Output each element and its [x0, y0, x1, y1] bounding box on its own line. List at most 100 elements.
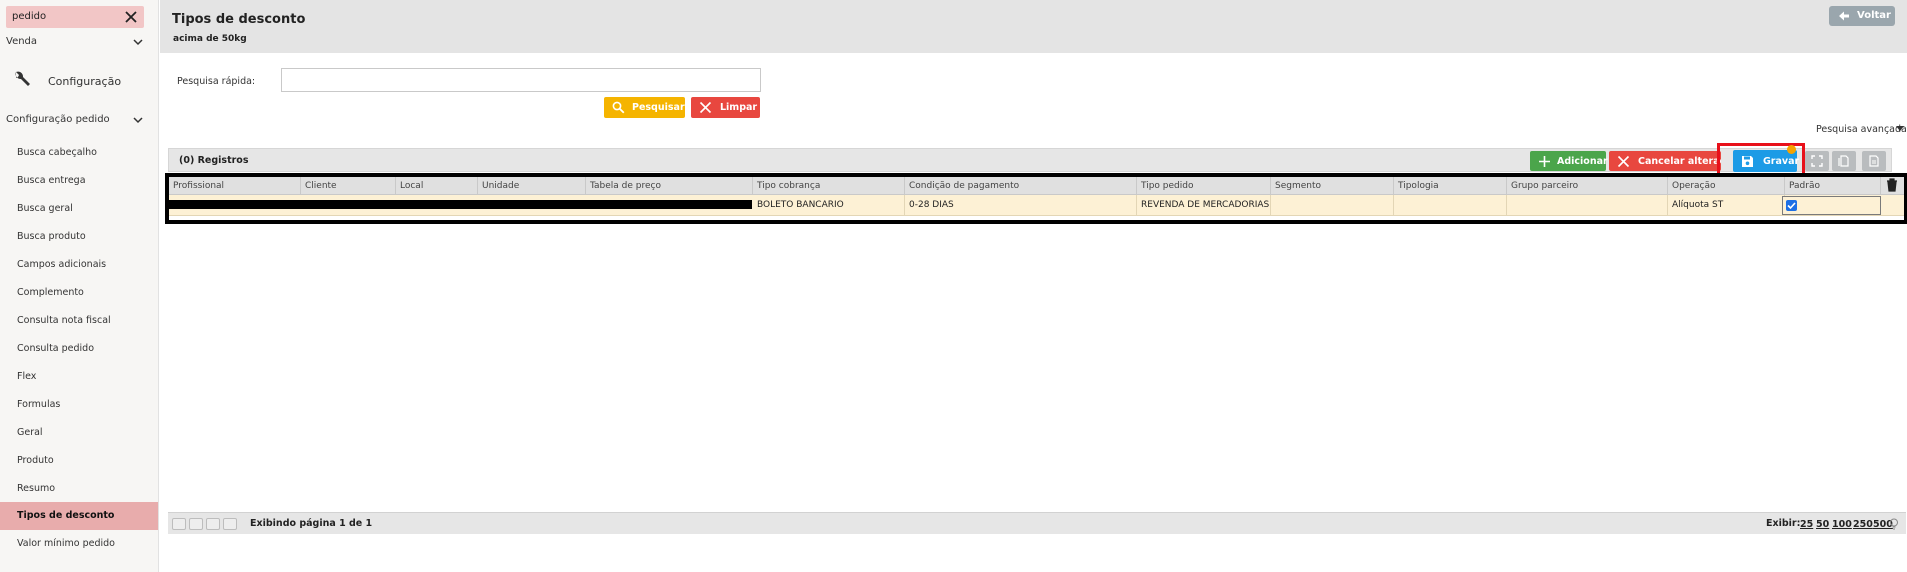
check-icon [1787, 202, 1796, 210]
close-icon[interactable] [121, 7, 141, 27]
column-header-operacao[interactable]: Operação [1668, 177, 1785, 194]
cell-tipo-pedido[interactable]: REVENDA DE MERCADORIAS [1137, 195, 1271, 215]
sidebar-item-formulas[interactable]: Formulas [0, 391, 158, 419]
cell-value: BOLETO BANCARIO [757, 200, 844, 210]
grid-header: Profissional Cliente Local Unidade Tabel… [169, 177, 1904, 195]
column-header-label: Operação [1672, 181, 1716, 191]
copy-button[interactable] [1832, 151, 1856, 171]
column-header-local[interactable]: Local [396, 177, 478, 194]
cell-tipo-cobranca[interactable]: BOLETO BANCARIO [753, 195, 905, 215]
quick-search-label: Pesquisa rápida: [177, 76, 256, 87]
column-header-profissional[interactable]: Profissional [169, 177, 301, 194]
sidebar-item-campos-adicionais[interactable]: Campos adicionais [0, 251, 158, 279]
cell-value: 0-28 DIAS [909, 200, 954, 210]
column-header-label: Padrão [1789, 181, 1820, 191]
clear-button[interactable]: Limpar [691, 97, 760, 118]
page-size-50[interactable]: 50 [1816, 519, 1829, 530]
cancel-changes-button-label: Cancelar alteração [1638, 156, 1721, 167]
cell-condicao-pagamento[interactable]: 0-28 DIAS [905, 195, 1137, 215]
expand-button[interactable] [1805, 151, 1829, 171]
column-header-label: Tipo cobrança [757, 181, 821, 191]
page-size-label: Exibir: [1766, 518, 1801, 529]
first-page-button[interactable] [172, 518, 186, 530]
column-header-tipo-pedido[interactable]: Tipo pedido [1137, 177, 1271, 194]
prev-page-button[interactable] [189, 518, 203, 530]
column-header-padrao[interactable]: Padrão [1785, 177, 1881, 194]
plus-icon [1539, 156, 1550, 167]
cell-segmento[interactable] [1271, 195, 1394, 215]
sidebar-item-consulta-pedido[interactable]: Consulta pedido [0, 335, 158, 363]
column-header-tipologia[interactable]: Tipologia [1394, 177, 1507, 194]
menu-search-input[interactable]: pedido [6, 6, 144, 28]
cell-padrao[interactable] [1782, 196, 1881, 215]
column-header-cliente[interactable]: Cliente [301, 177, 396, 194]
advanced-search-link[interactable]: Pesquisa avançada [1816, 124, 1907, 135]
records-count: (0) Registros [179, 155, 249, 166]
sidebar-item-produto[interactable]: Produto [0, 447, 158, 475]
cell-operacao[interactable]: Alíquota ST [1668, 195, 1785, 215]
page-size-250[interactable]: 250 [1853, 519, 1873, 530]
chevron-down-icon[interactable] [132, 36, 144, 48]
page-title: Tipos de desconto [172, 12, 306, 27]
sidebar-item-busca-cabecalho[interactable]: Busca cabeçalho [0, 139, 158, 167]
cancel-changes-button[interactable]: Cancelar alteração [1609, 151, 1721, 171]
menu-configuracao[interactable]: Configuração [0, 64, 158, 96]
table-row[interactable]: BOLETO BANCARIO 0-28 DIAS REVENDA DE MER… [169, 195, 1904, 216]
expand-icon [1811, 155, 1823, 167]
sidebar-item-resumo[interactable]: Resumo [0, 475, 158, 503]
search-button[interactable]: Pesquisar [604, 97, 685, 118]
sidebar-item-flex[interactable]: Flex [0, 363, 158, 391]
save-button-label: Gravar [1763, 156, 1800, 167]
menu-group-venda[interactable]: Venda [6, 36, 37, 47]
sidebar-item-tipos-de-desconto[interactable]: Tipos de desconto [0, 502, 158, 530]
add-button[interactable]: Adicionar [1530, 151, 1608, 171]
pager: Exibindo página 1 de 1 Exibir: 25 50 100… [168, 512, 1906, 534]
next-page-button[interactable] [206, 518, 220, 530]
quick-search-input[interactable] [281, 68, 761, 92]
wrench-icon [15, 71, 30, 86]
column-header-condicao-pagamento[interactable]: Condição de pagamento [905, 177, 1137, 194]
column-header-label: Cliente [305, 181, 337, 191]
column-header-tipo-cobranca[interactable]: Tipo cobrança [753, 177, 905, 194]
back-button[interactable]: Voltar [1829, 6, 1895, 26]
cell-grupo-parceiro[interactable] [1507, 195, 1668, 215]
padrao-checkbox[interactable] [1786, 200, 1797, 211]
sidebar-item-busca-produto[interactable]: Busca produto [0, 223, 158, 251]
chevron-down-icon[interactable] [132, 114, 144, 126]
trash-icon[interactable] [1886, 178, 1898, 192]
pager-info: Exibindo página 1 de 1 [250, 518, 373, 529]
sidebar-item-complemento[interactable]: Complemento [0, 279, 158, 307]
menu-configuracao-label: Configuração [48, 75, 122, 88]
search-icon [612, 101, 625, 114]
column-header-label: Tipo pedido [1141, 181, 1194, 191]
column-header-grupo-parceiro[interactable]: Grupo parceiro [1507, 177, 1668, 194]
menu-search-value[interactable]: pedido [12, 11, 46, 22]
sidebar-item-consulta-nota-fiscal[interactable]: Consulta nota fiscal [0, 307, 158, 335]
sidebar-item-busca-geral[interactable]: Busca geral [0, 195, 158, 223]
lightbulb-icon[interactable] [1889, 518, 1899, 530]
sidebar-item-geral[interactable]: Geral [0, 419, 158, 447]
column-header-tabela-de-preco[interactable]: Tabela de preço [586, 177, 753, 194]
column-header-unidade[interactable]: Unidade [478, 177, 586, 194]
floppy-icon [1742, 156, 1753, 167]
arrow-left-icon [1839, 11, 1849, 21]
save-button[interactable]: Gravar [1733, 150, 1800, 172]
column-header-label: Unidade [482, 181, 520, 191]
last-page-button[interactable] [223, 518, 237, 530]
page-header: Tipos de desconto acima de 50kg Voltar [160, 0, 1907, 53]
cell-tipologia[interactable] [1394, 195, 1507, 215]
sidebar-item-valor-minimo-pedido[interactable]: Valor mínimo pedido [0, 530, 158, 558]
column-header-label: Condição de pagamento [909, 181, 1020, 191]
page-subtitle: acima de 50kg [173, 34, 247, 44]
sidebar-item-busca-entrega[interactable]: Busca entrega [0, 167, 158, 195]
menu-group-config-pedido[interactable]: Configuração pedido [6, 114, 110, 125]
cell-value: REVENDA DE MERCADORIAS [1141, 200, 1270, 210]
back-button-label: Voltar [1857, 10, 1891, 21]
document-button[interactable] [1862, 151, 1886, 171]
page-size-100[interactable]: 100 [1832, 519, 1852, 530]
page-size-25[interactable]: 25 [1800, 519, 1813, 530]
caret-down-icon[interactable] [1896, 126, 1904, 132]
column-header-label: Grupo parceiro [1511, 181, 1579, 191]
copy-icon [1838, 155, 1849, 167]
column-header-segmento[interactable]: Segmento [1271, 177, 1394, 194]
